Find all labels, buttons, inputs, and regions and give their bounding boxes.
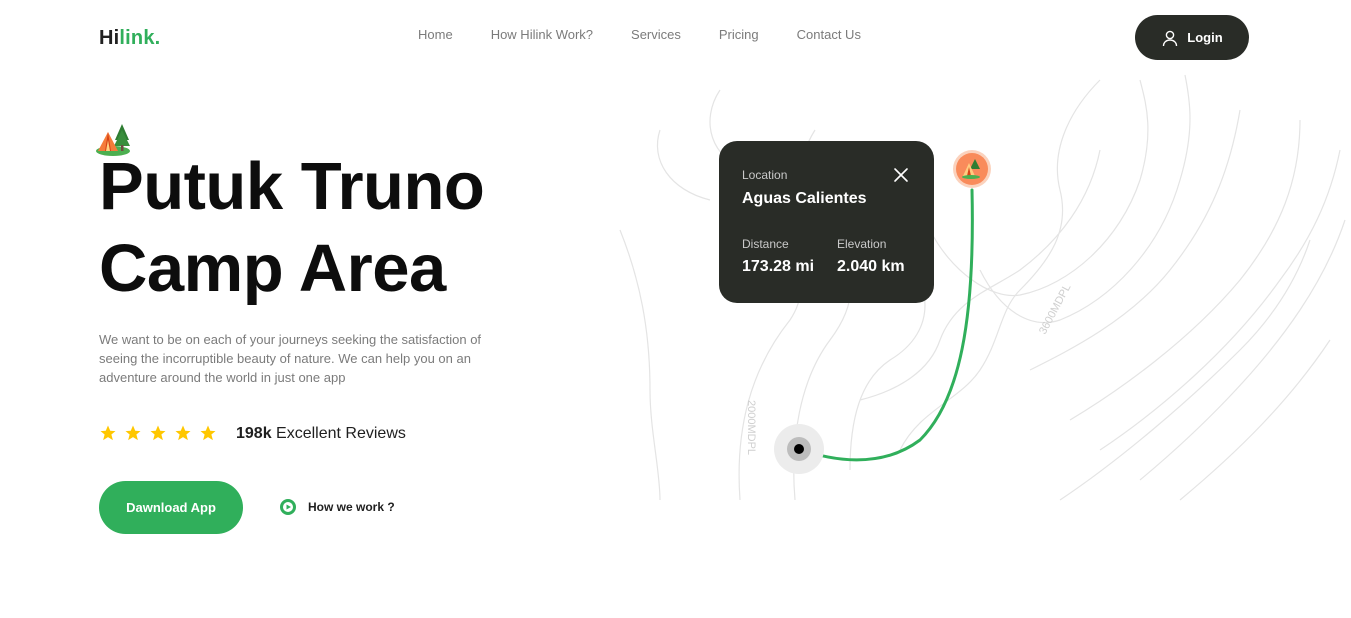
location-value: Aguas Calientes: [742, 190, 867, 207]
distance-value: 173.28 mi: [742, 258, 815, 275]
how-we-work-label: How we work ?: [308, 500, 395, 514]
star-icon: [199, 424, 217, 442]
star-icon: [99, 424, 117, 442]
star-icon: [149, 424, 167, 442]
start-location-marker-icon[interactable]: [774, 424, 824, 474]
close-icon[interactable]: [893, 167, 909, 183]
rating-stars: [99, 424, 217, 442]
hero-title-line1: Putuk Truno: [99, 149, 485, 224]
elevation-label: Elevation: [837, 237, 887, 251]
distance-label: Distance: [742, 237, 789, 251]
star-icon: [124, 424, 142, 442]
elevation-value: 2.040 km: [837, 258, 905, 275]
how-we-work-link[interactable]: How we work ?: [280, 499, 395, 515]
hero-title-line2: Camp Area: [99, 231, 446, 306]
hero-title: Putuk Truno Camp Area: [99, 146, 485, 310]
star-icon: [174, 424, 192, 442]
hero-description: We want to be on each of your journeys s…: [99, 332, 482, 385]
location-card: Location Aguas Calientes Distance 173.28…: [719, 141, 934, 303]
location-label: Location: [742, 168, 788, 182]
destination-pin-icon[interactable]: [952, 149, 992, 189]
reviews-count: 198k: [236, 425, 272, 442]
reviews-text: Excellent Reviews: [276, 425, 406, 442]
reviews-summary: 198k Excellent Reviews: [236, 425, 406, 443]
download-app-button[interactable]: Dawnload App: [99, 481, 243, 534]
play-icon: [280, 499, 296, 515]
